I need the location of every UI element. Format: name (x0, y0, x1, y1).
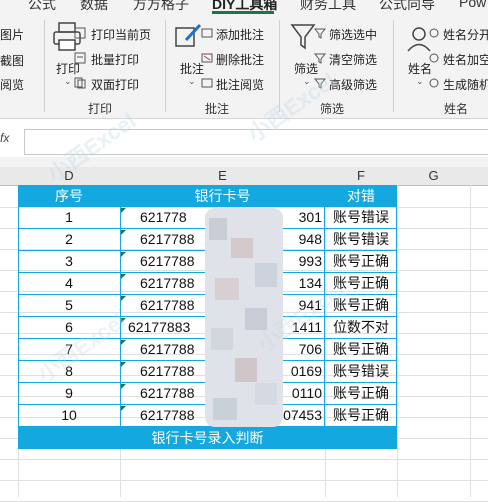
gridline (397, 185, 398, 497)
chevron-down-icon[interactable]: ⌄ (416, 76, 424, 87)
chevron-down-icon[interactable]: ⌄ (64, 76, 72, 87)
cell-result[interactable]: 位数不对 (325, 317, 397, 338)
ribbon-tab-bar: 公式 数据 方方格子 DIY工具箱 财务工具 公式向导 Pow (0, 0, 488, 14)
cell-result[interactable]: 账号正确 (325, 383, 397, 404)
filter-group-label: 筛选 (320, 102, 345, 116)
text-number-indicator (121, 362, 126, 367)
group-separator (165, 20, 166, 112)
text-number-indicator (121, 230, 126, 235)
name-add-space-button[interactable]: 姓名加空 (443, 51, 488, 68)
cell-result[interactable]: 账号错误 (325, 207, 397, 228)
delete-comment-button[interactable]: 删除批注 (216, 51, 264, 68)
cell-result[interactable]: 账号正确 (325, 405, 397, 426)
gridline (0, 459, 488, 460)
clear-filter-button[interactable]: 清空筛选 (329, 51, 377, 68)
ribbon-item-screenshot[interactable]: 截图 (0, 52, 24, 69)
cell-result[interactable]: 账号错误 (325, 361, 397, 382)
tab-fangfanggezi[interactable]: 方方格子 (133, 0, 189, 14)
add-comment-icon (201, 26, 213, 38)
cell-seq[interactable]: 4 (18, 273, 120, 294)
cell-result[interactable]: 账号正确 (325, 251, 397, 272)
batch-print-icon (74, 51, 86, 64)
comment-pen-icon[interactable] (174, 22, 204, 52)
ribbon-item-picture[interactable]: 图片 (0, 26, 24, 43)
filter-funnel-icon[interactable] (290, 22, 316, 52)
cell-seq[interactable]: 1 (18, 207, 120, 228)
cell-seq[interactable]: 9 (18, 383, 120, 404)
cell-seq[interactable]: 2 (18, 229, 120, 250)
header-seq[interactable]: 序号 (18, 185, 120, 207)
view-comment-icon (201, 76, 213, 88)
tab-finance-tools[interactable]: 财务工具 (300, 0, 356, 14)
cell-card-prefix[interactable]: 62177883 (128, 317, 208, 338)
text-number-indicator (121, 384, 126, 389)
generate-random-button[interactable]: 生成随机 (443, 76, 488, 93)
text-number-indicator (121, 208, 126, 213)
cell-seq[interactable]: 3 (18, 251, 120, 272)
header-result[interactable]: 对错 (325, 185, 397, 207)
tab-power[interactable]: Pow (459, 0, 486, 10)
tab-data[interactable]: 数据 (80, 0, 108, 14)
view-comments-button[interactable]: 批注阅览 (216, 76, 264, 93)
duplex-print-button[interactable]: 双面打印 (91, 76, 139, 93)
tab-formulas[interactable]: 公式 (28, 0, 56, 14)
cell-result[interactable]: 账号错误 (325, 229, 397, 250)
chevron-down-icon[interactable]: ⌄ (188, 76, 196, 87)
clear-filter-icon (313, 51, 327, 64)
footer-title[interactable]: 银行卡号录入判断 (18, 427, 397, 449)
fx-icon[interactable]: fx (0, 131, 9, 145)
tab-formula-wizard[interactable]: 公式向导 (379, 0, 435, 14)
text-number-indicator (121, 406, 126, 411)
text-number-indicator (121, 296, 126, 301)
filter-selected-icon (313, 26, 327, 39)
row-header-corner (0, 167, 19, 186)
delete-comment-icon (201, 51, 213, 63)
split-name-button[interactable]: 姓名分开 (443, 26, 488, 43)
annotate-group-label: 批注 (205, 102, 230, 116)
group-separator (393, 20, 394, 112)
text-number-indicator (121, 252, 126, 257)
column-header-h[interactable] (470, 167, 488, 186)
column-header-e[interactable]: E (120, 167, 326, 186)
column-header-f[interactable]: F (325, 167, 398, 186)
random-name-icon (428, 76, 440, 88)
print-current-page-button[interactable]: 打印当前页 (91, 26, 151, 43)
column-header-g[interactable]: G (397, 167, 471, 186)
batch-print-button[interactable]: 批量打印 (91, 51, 139, 68)
filter-selected-button[interactable]: 筛选选中 (329, 26, 377, 43)
duplex-print-icon (74, 76, 86, 89)
add-comment-button[interactable]: 添加批注 (216, 26, 264, 43)
gridline (0, 480, 488, 481)
cell-result[interactable]: 账号正确 (325, 339, 397, 360)
group-separator (44, 20, 45, 112)
header-card-number[interactable]: 银行卡号 (121, 185, 324, 207)
gridline (470, 185, 471, 497)
ribbon-item-view[interactable]: 阅览 (0, 76, 24, 93)
cell-seq[interactable]: 10 (18, 405, 120, 426)
name-add-space-icon (428, 51, 440, 63)
text-number-indicator (121, 274, 126, 279)
print-page-icon (74, 26, 86, 39)
ribbon: 图片 截图 阅览 打印 ⌄ 打印当前页 批量打印 双面打印 打印 批注 ⌄ 添加… (0, 14, 488, 119)
column-border (120, 185, 121, 427)
text-number-indicator (121, 340, 126, 345)
split-name-icon (428, 26, 440, 38)
name-group-label: 姓名 (444, 102, 469, 116)
